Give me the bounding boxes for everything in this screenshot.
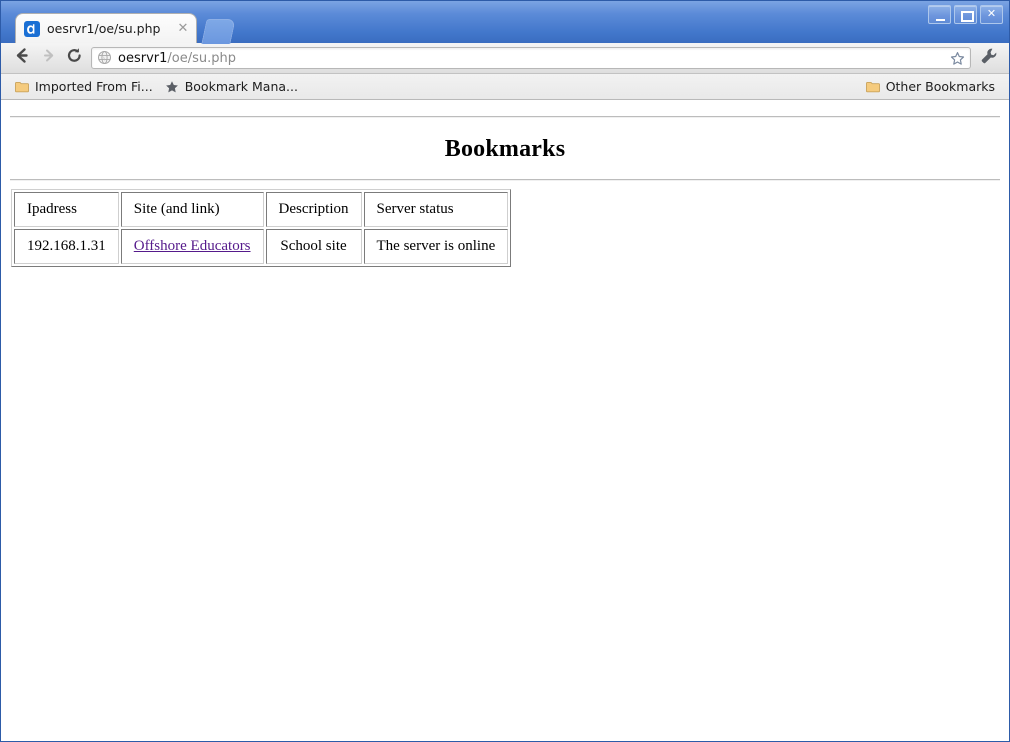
browser-toolbar: oesrvr1/oe/su.php (1, 43, 1009, 74)
title-bar: oesrvr1/oe/su.php ✕ ✕ (1, 1, 1009, 44)
cell-description: School site (265, 229, 362, 264)
browser-tab-active[interactable]: oesrvr1/oe/su.php ✕ (15, 13, 197, 43)
tab-close-icon[interactable]: ✕ (176, 22, 190, 36)
close-button[interactable]: ✕ (980, 5, 1003, 24)
back-arrow-icon (13, 46, 32, 70)
app-favicon-icon (24, 20, 40, 37)
new-tab-button[interactable] (201, 19, 236, 44)
close-icon: ✕ (986, 7, 997, 20)
site-link[interactable]: Offshore Educators (134, 238, 251, 254)
table-header-row: Ipadress Site (and link) Description Ser… (14, 192, 509, 227)
reload-button[interactable] (61, 45, 87, 71)
bookmark-item-label: Imported From Fi... (35, 79, 153, 94)
bookmark-item-imported[interactable]: Imported From Fi... (9, 77, 159, 97)
window-controls: ✕ (928, 5, 1003, 24)
column-header-server-status: Server status (363, 192, 509, 227)
globe-icon (97, 50, 113, 66)
cell-ipadress: 192.168.1.31 (14, 229, 119, 264)
table-row: 192.168.1.31 Offshore Educators School s… (14, 229, 509, 264)
wrench-icon (980, 47, 998, 70)
browser-window: oesrvr1/oe/su.php ✕ ✕ oesrvr1/oe/su.php … (0, 0, 1010, 742)
bookmark-star-icon[interactable] (948, 49, 966, 67)
column-header-site: Site (and link) (120, 192, 264, 227)
page-title: Bookmarks (444, 136, 566, 162)
cell-site: Offshore Educators (120, 229, 264, 264)
forward-arrow-icon (39, 46, 58, 70)
forward-button[interactable] (35, 45, 61, 71)
page-content: Bookmarks Ipadress Site (and link) Descr… (1, 100, 1009, 275)
back-button[interactable] (9, 45, 35, 71)
reload-icon (65, 46, 84, 70)
bookmark-item-manager[interactable]: Bookmark Mana... (159, 77, 304, 97)
maximize-button[interactable] (954, 5, 977, 24)
bookmarks-table: Ipadress Site (and link) Description Ser… (11, 189, 512, 267)
tab-title: oesrvr1/oe/su.php (47, 21, 161, 36)
minimize-button[interactable] (928, 5, 951, 24)
folder-icon (15, 80, 29, 94)
bookmark-item-label: Bookmark Mana... (184, 79, 298, 94)
other-bookmarks-button[interactable]: Other Bookmarks (860, 77, 1001, 97)
address-path: /oe/su.php (167, 50, 236, 66)
cell-server-status: The server is online (363, 229, 509, 264)
title-divider (10, 179, 1000, 181)
address-bar-text: oesrvr1/oe/su.php (118, 51, 948, 66)
other-bookmarks-label: Other Bookmarks (885, 79, 995, 94)
star-icon (165, 80, 179, 94)
folder-icon (865, 80, 880, 94)
column-header-ipadress: Ipadress (14, 192, 119, 227)
top-divider (10, 116, 1000, 118)
address-bar[interactable]: oesrvr1/oe/su.php (91, 47, 971, 69)
page-viewport: Bookmarks Ipadress Site (and link) Descr… (1, 100, 1009, 741)
column-header-description: Description (265, 192, 362, 227)
address-host: oesrvr1 (118, 50, 168, 66)
bookmarks-bar: Imported From Fi... Bookmark Mana... Oth… (1, 74, 1009, 100)
chrome-menu-button[interactable] (977, 46, 1001, 70)
